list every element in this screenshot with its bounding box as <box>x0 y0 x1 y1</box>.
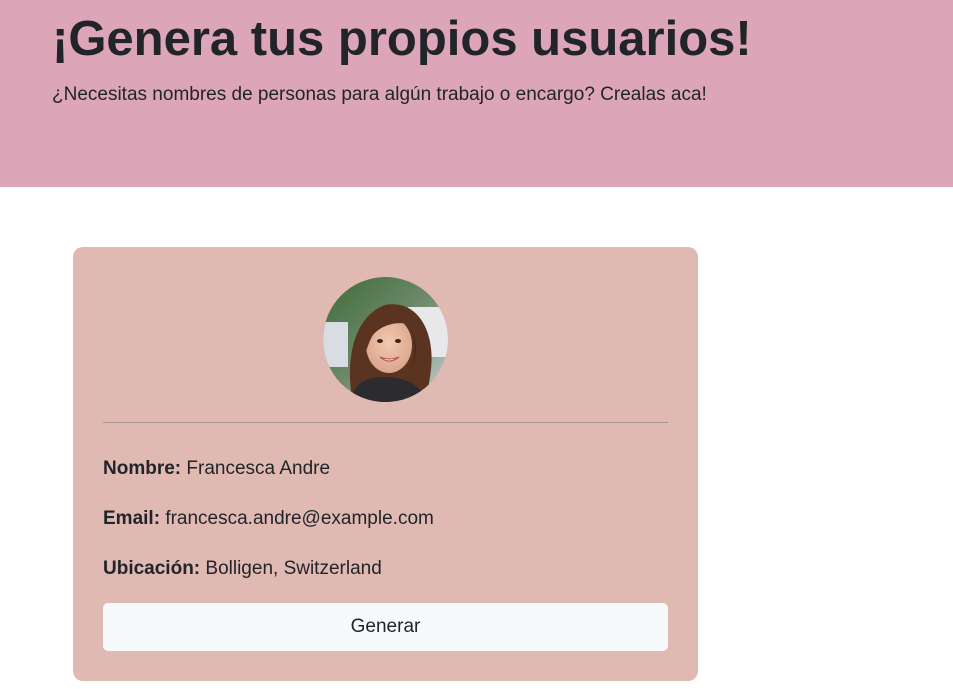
generate-button[interactable]: Generar <box>103 603 668 651</box>
card-divider <box>103 422 668 423</box>
email-label: Email: <box>103 508 161 529</box>
avatar <box>323 277 448 402</box>
location-label: Ubicación: <box>103 558 201 579</box>
email-row: Email: francesca.andre@example.com <box>103 507 434 531</box>
name-value: Francesca Andre <box>186 458 331 479</box>
email-value: francesca.andre@example.com <box>165 508 434 529</box>
avatar-photo <box>323 277 448 402</box>
page-title: ¡Genera tus propios usuarios! <box>52 12 752 66</box>
hero-header: ¡Genera tus propios usuarios! ¿Necesitas… <box>0 0 953 187</box>
location-value: Bolligen, Switzerland <box>205 558 382 579</box>
name-row: Nombre: Francesca Andre <box>103 457 330 481</box>
name-label: Nombre: <box>103 458 182 479</box>
user-card: Nombre: Francesca Andre Email: francesca… <box>73 247 698 681</box>
location-row: Ubicación: Bolligen, Switzerland <box>103 557 382 581</box>
page-subtitle: ¿Necesitas nombres de personas para algú… <box>52 84 707 105</box>
